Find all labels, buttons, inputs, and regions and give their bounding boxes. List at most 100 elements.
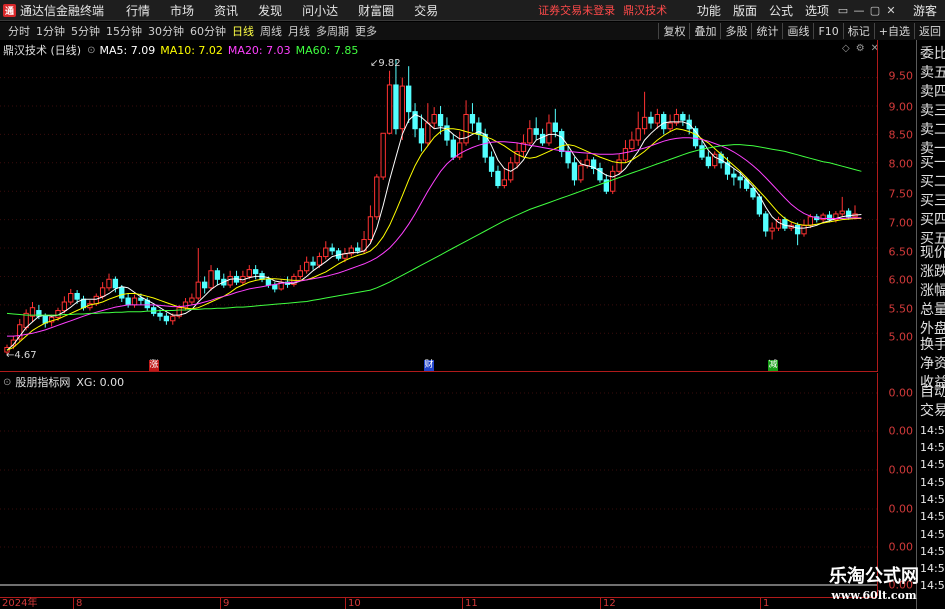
sub-legend: ⊙ 股朋指标网 XG: 0.00: [3, 374, 124, 390]
candle-body: [559, 131, 565, 152]
guest-login[interactable]: 游客: [899, 2, 945, 19]
current-stock-name: 鼎汉技术: [623, 4, 668, 17]
date-tick: 2024年: [2, 598, 38, 609]
period-60min[interactable]: 60分钟: [187, 23, 229, 39]
close-icon[interactable]: ✕: [883, 4, 899, 17]
candle-body: [839, 210, 845, 215]
candle-body: [125, 297, 131, 306]
indicator-axis: 0.00 0.00 0.00 0.00 0.00 0.00: [877, 373, 916, 596]
candle-body: [201, 281, 208, 289]
draw-line-button[interactable]: 画线: [782, 23, 813, 39]
layout-switch-icon[interactable]: ◇: [842, 43, 850, 54]
menu-discover[interactable]: 发现: [248, 2, 292, 19]
quote-label: 卖三: [920, 103, 945, 119]
menu-formula[interactable]: 公式: [763, 2, 799, 19]
watermark-url: www.60lt.com: [831, 589, 917, 602]
menu-trade[interactable]: 交易: [404, 2, 448, 19]
candle-body: [323, 247, 329, 258]
quote-panel: 委比 卖五 卖四 卖三 卖二 卖一 买一 买二 买三 买四 买五 现价 涨跌 涨…: [916, 40, 945, 609]
candle-body: [552, 122, 558, 133]
quote-label: 换手: [920, 337, 945, 353]
candle-body: [680, 114, 686, 121]
kline-chart[interactable]: [0, 40, 877, 372]
quote-label: 卖二: [920, 122, 945, 138]
price-axis: 9.50 9.00 8.50 8.00 7.50 7.00 6.50 6.00 …: [877, 40, 916, 372]
period-weekly[interactable]: 周线: [257, 23, 285, 39]
candle-body: [189, 297, 195, 303]
indicator-tick: 0.00: [888, 463, 914, 477]
candle-body: [737, 176, 743, 181]
menu-market[interactable]: 行情: [116, 2, 160, 19]
auto-trade-label[interactable]: 交易: [920, 402, 945, 420]
adjust-button[interactable]: 复权: [658, 23, 689, 39]
menu-function[interactable]: 功能: [691, 2, 727, 19]
menu-bar: 通 通达信金融终端 行情 市场 资讯 发现 问小达 财富圈 交易 证券交易未登录…: [0, 0, 945, 21]
indicator-chart[interactable]: [0, 373, 877, 596]
statistics-button[interactable]: 统计: [751, 23, 782, 39]
candle-body: [501, 179, 507, 187]
ma-line-ma60: [6, 144, 862, 316]
candle-body: [488, 156, 495, 172]
back-button[interactable]: 返回: [914, 23, 945, 39]
limit-up-marker[interactable]: 涨: [149, 360, 159, 371]
multi-stock-button[interactable]: 多股: [720, 23, 751, 39]
candle-body: [463, 114, 469, 144]
period-more[interactable]: 更多: [352, 23, 380, 39]
period-multi[interactable]: 多周期: [313, 23, 352, 39]
menu-exchange[interactable]: 市场: [160, 2, 204, 19]
period-15min[interactable]: 15分钟: [103, 23, 145, 39]
trade-time: 14:56: [920, 510, 945, 523]
sub-legend-toggle-icon[interactable]: ⊙: [3, 377, 11, 388]
period-monthly[interactable]: 月线: [285, 23, 313, 39]
maximize-icon[interactable]: ▢: [867, 4, 883, 17]
quote-label: 买四: [920, 212, 945, 228]
chart-area: 鼎汉技术 (日线) ⊙ MA5: 7.09 MA10: 7.02 MA20: 7…: [0, 40, 945, 609]
auto-trade-label[interactable]: 自动: [920, 383, 945, 401]
menu-ask[interactable]: 问小达: [292, 2, 348, 19]
reduction-marker[interactable]: 减: [768, 360, 778, 371]
candle-body: [272, 284, 278, 290]
watermark: 乐淘公式网 www.60lt.com: [803, 565, 945, 609]
add-watchlist-button[interactable]: +自选: [873, 23, 914, 39]
candle-body: [393, 84, 399, 130]
ma-line-ma10: [6, 128, 862, 351]
price-tick: 7.00: [888, 216, 914, 230]
price-tick: 6.50: [888, 245, 914, 259]
candle-body: [763, 213, 769, 232]
period-5min[interactable]: 5分钟: [68, 23, 103, 39]
price-tick: 7.50: [888, 187, 914, 201]
date-tick: 9: [220, 598, 229, 609]
chart-toolbar-right: 复权 叠加 多股 统计 画线 F10 标记 +自选 返回: [658, 22, 945, 40]
candle-body: [112, 278, 119, 289]
low-price-note: ←4.67: [6, 350, 37, 361]
candle-body: [380, 132, 386, 178]
period-daily[interactable]: 日线: [229, 23, 257, 39]
trade-time: 14:56: [920, 493, 945, 506]
legend-toggle-icon[interactable]: ⊙: [87, 45, 95, 56]
f10-button[interactable]: F10: [813, 23, 842, 39]
chart-tools: ◇ ⚙ ✕: [842, 43, 879, 54]
period-intraday[interactable]: 分时: [0, 23, 33, 39]
quote-label: 总量: [920, 302, 945, 318]
menu-options[interactable]: 选项: [799, 2, 835, 19]
candle-body: [654, 114, 661, 124]
quote-label: 买三: [920, 193, 945, 209]
period-30min[interactable]: 30分钟: [145, 23, 187, 39]
candle-body: [667, 122, 673, 130]
overlay-button[interactable]: 叠加: [689, 23, 720, 39]
chart-settings-icon[interactable]: ⚙: [856, 43, 865, 54]
menu-wealth-circle[interactable]: 财富圈: [348, 2, 404, 19]
candle-body: [539, 133, 546, 144]
app-title: 通达信金融终端: [20, 3, 105, 18]
candle-body: [80, 298, 87, 309]
restore-icon[interactable]: ▭: [835, 4, 851, 17]
trade-login-notice[interactable]: 证券交易未登录: [538, 2, 615, 18]
candle-body: [310, 261, 316, 266]
mark-button[interactable]: 标记: [842, 23, 874, 39]
menu-news[interactable]: 资讯: [204, 2, 248, 19]
menu-layout[interactable]: 版面: [727, 2, 763, 19]
period-1min[interactable]: 1分钟: [33, 23, 68, 39]
minimize-icon[interactable]: —: [851, 4, 867, 17]
ma60-value: MA60: 7.85: [295, 43, 359, 57]
finance-marker[interactable]: 财: [424, 360, 434, 371]
